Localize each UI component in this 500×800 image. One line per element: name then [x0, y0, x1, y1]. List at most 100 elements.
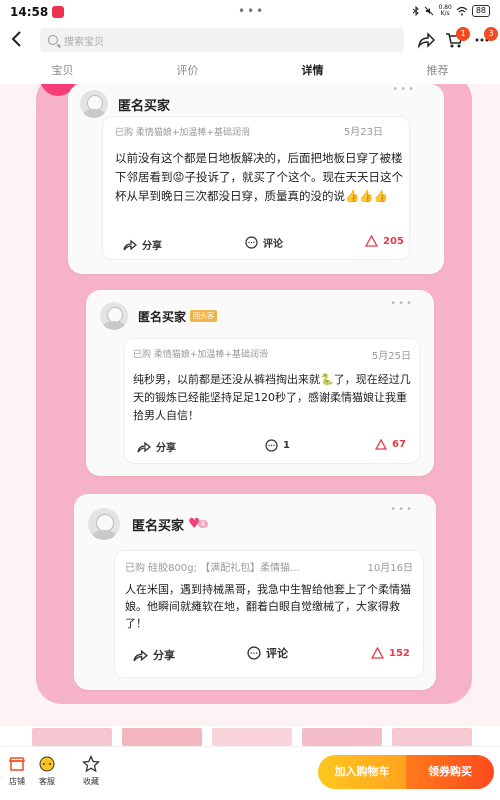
- detail-image-strip: [0, 726, 500, 746]
- review-card: 匿名买家 ♥4 ••• 已购 硅胶800g; 【满配礼包】柔情猫... 10月1…: [74, 494, 436, 690]
- detail-thumbnail[interactable]: [302, 728, 382, 746]
- review-card: 匿名买家 回头客 ••• 已购 柔情猫娘+加温棒+基础润滑 5月25日 纯秒男，…: [86, 290, 434, 476]
- review-text: 人在米国，遇到持械黑哥，我急中生智给他套上了个柔情猫娘。他瞬间就瘫软在地，翻着白…: [125, 583, 411, 630]
- mute-icon: [425, 6, 434, 16]
- comment-action: 1: [265, 439, 290, 452]
- wifi-icon: [456, 6, 468, 16]
- detail-thumbnail[interactable]: [32, 728, 112, 746]
- comment-icon: [265, 439, 278, 452]
- purchase-info: 已购 硅胶800g; 【满配礼包】柔情猫...: [125, 563, 300, 574]
- like-action: 67: [375, 439, 406, 450]
- review-body: 已购 柔情猫娘+加温棒+基础润滑 5月23日 以前没有这个都是日地板解决的，后面…: [102, 116, 410, 260]
- share-icon: [417, 32, 436, 49]
- like-icon: [365, 235, 378, 247]
- reviewer-name: 匿名买家: [132, 518, 185, 534]
- share-button[interactable]: [416, 30, 436, 50]
- speed-unit: K/s: [440, 10, 450, 17]
- tab-recommend[interactable]: 推荐: [375, 58, 500, 84]
- search-header: 搜索宝贝 1 3: [0, 24, 500, 56]
- search-placeholder: 搜索宝贝: [64, 36, 104, 48]
- bottom-action-bar: 店铺 客服 收藏 加入购物车 领券购买: [0, 746, 500, 800]
- shop-button[interactable]: 店铺: [2, 755, 32, 787]
- chat-icon: [39, 756, 55, 772]
- review-header: 匿名买家: [80, 90, 170, 118]
- avatar: [88, 508, 120, 540]
- like-count: 152: [389, 647, 410, 659]
- share-label: 分享: [153, 649, 175, 662]
- share-icon: [133, 649, 148, 661]
- detail-thumbnail[interactable]: [122, 728, 202, 746]
- review-header: 匿名买家 ♥4: [88, 508, 209, 540]
- comment-action: 评论: [247, 645, 288, 661]
- like-count: 205: [383, 235, 404, 247]
- like-action: 152: [371, 647, 410, 659]
- chevron-left-icon: [11, 31, 21, 47]
- share-action: 分享: [123, 237, 162, 252]
- level-number: 4: [197, 520, 209, 528]
- network-speed: 0.80 K/s: [438, 5, 451, 17]
- status-dots: •••: [238, 4, 266, 18]
- review-text: 纯秒男，以前都是还没从裤裆掏出来就🐍了，现在经过几天的锻炼已经能坚持足足120秒…: [133, 373, 411, 422]
- like-action: 205: [365, 235, 404, 247]
- bluetooth-icon: [413, 6, 420, 16]
- share-label: 分享: [156, 443, 176, 454]
- comment-label: 评论: [266, 647, 288, 660]
- add-to-cart-button[interactable]: 加入购物车: [318, 755, 406, 789]
- share-label: 分享: [142, 241, 162, 252]
- buy-with-coupon-button[interactable]: 领券购买: [406, 755, 494, 789]
- message-count-badge: 3: [484, 27, 498, 41]
- more-button[interactable]: 3: [472, 27, 498, 50]
- share-icon: [137, 441, 151, 452]
- avatar: [100, 302, 128, 330]
- comment-icon: [245, 236, 258, 249]
- customer-service-button[interactable]: 客服: [32, 755, 62, 787]
- search-input[interactable]: 搜索宝贝: [40, 28, 404, 52]
- review-text: 以前没有这个都是日地板解决的，后面把地板日穿了被楼下邻居看到😡子投诉了，就买了个…: [115, 151, 403, 203]
- comment-label: 评论: [263, 239, 283, 250]
- battery-indicator: 88: [471, 5, 490, 17]
- review-header: 匿名买家 回头客: [100, 302, 218, 330]
- share-action: 分享: [133, 647, 175, 663]
- more-icon: •••: [390, 298, 414, 309]
- service-label: 客服: [39, 777, 55, 786]
- shop-icon: [8, 757, 26, 771]
- like-count: 67: [392, 439, 406, 450]
- like-icon: [371, 647, 384, 659]
- star-icon: [82, 755, 100, 773]
- reviewer-name: 匿名买家: [138, 309, 187, 324]
- favorite-button[interactable]: 收藏: [76, 755, 106, 787]
- tab-details[interactable]: 详情: [250, 58, 375, 84]
- status-time: 14:58: [10, 5, 49, 19]
- favorite-label: 收藏: [83, 777, 99, 786]
- status-indicators: 0.80 K/s 88: [412, 5, 490, 17]
- cart-button[interactable]: 1: [444, 27, 470, 50]
- search-icon: [48, 35, 58, 45]
- comment-icon: [247, 646, 261, 660]
- review-date: 5月25日: [371, 351, 411, 362]
- tab-reviews[interactable]: 评价: [125, 58, 250, 84]
- detail-thumbnail[interactable]: [212, 728, 292, 746]
- product-tabs: 宝贝 评价 详情 推荐: [0, 58, 500, 84]
- returning-customer-badge: 回头客: [190, 310, 218, 322]
- review-body: 已购 柔情猫娘+加温棒+基础润滑 5月25日 纯秒男，以前都是还没从裤裆掏出来就…: [124, 338, 420, 464]
- tab-product[interactable]: 宝贝: [0, 58, 125, 84]
- back-button[interactable]: [10, 30, 28, 50]
- more-icon: •••: [390, 504, 414, 515]
- review-date: 10月16日: [367, 563, 413, 574]
- detail-thumbnail[interactable]: [392, 728, 472, 746]
- share-action: 分享: [137, 439, 176, 454]
- purchase-info: 已购 柔情猫娘+加温棒+基础润滑: [133, 350, 268, 360]
- avatar: [80, 90, 108, 118]
- like-icon: [375, 439, 387, 450]
- status-bar: 14:58 ••• 0.80 K/s 88: [0, 0, 500, 24]
- review-body: 已购 硅胶800g; 【满配礼包】柔情猫... 10月16日 人在米国，遇到持械…: [114, 550, 424, 678]
- comment-count: 1: [283, 440, 290, 451]
- review-date: 5月23日: [343, 127, 383, 138]
- shop-label: 店铺: [9, 777, 25, 786]
- detail-image-area: 匿名买家 ••• 已购 柔情猫娘+加温棒+基础润滑 5月23日 以前没有这个都是…: [0, 84, 500, 726]
- reviewer-name: 匿名买家: [118, 98, 171, 114]
- share-icon: [123, 239, 137, 250]
- cart-count-badge: 1: [456, 27, 470, 41]
- heart-level-badge: ♥4: [188, 516, 209, 532]
- review-card: 匿名买家 ••• 已购 柔情猫娘+加温棒+基础润滑 5月23日 以前没有这个都是…: [68, 84, 444, 274]
